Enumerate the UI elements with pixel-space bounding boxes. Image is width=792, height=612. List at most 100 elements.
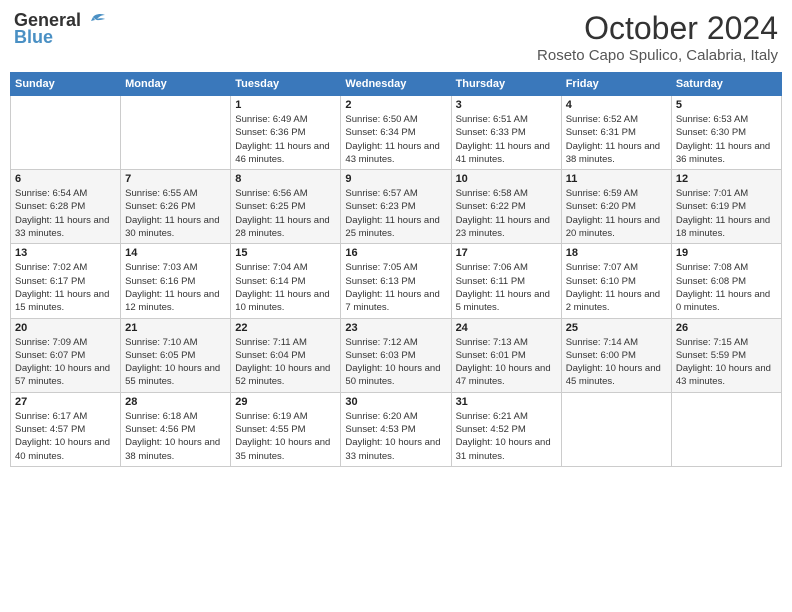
day-number: 28 [125, 396, 226, 408]
calendar-cell: 22Sunrise: 7:11 AM Sunset: 6:04 PM Dayli… [231, 318, 341, 392]
day-info: Sunrise: 6:50 AM Sunset: 6:34 PM Dayligh… [345, 113, 446, 166]
day-number: 2 [345, 99, 446, 111]
calendar-cell [671, 392, 781, 466]
day-info: Sunrise: 7:12 AM Sunset: 6:03 PM Dayligh… [345, 336, 446, 389]
calendar-cell: 18 Sunrise: 7:07 AM Sunset: 6:10 PM Dayli… [561, 244, 671, 318]
calendar-cell [11, 96, 121, 170]
day-info: Sunrise: 6:58 AM Sunset: 6:22 PM Dayligh… [456, 187, 557, 240]
calendar-cell: 11 Sunrise: 6:59 AM Sunset: 6:20 PM Dayli… [561, 170, 671, 244]
calendar-cell: 6 Sunrise: 6:54 AM Sunset: 6:28 PM Daylig… [11, 170, 121, 244]
day-info: Sunrise: 6:49 AM Sunset: 6:36 PM Dayligh… [235, 113, 336, 166]
day-info: Sunrise: 7:09 AM Sunset: 6:07 PM Dayligh… [15, 336, 116, 389]
calendar-cell: 13 Sunrise: 7:02 AM Sunset: 6:17 PM Dayli… [11, 244, 121, 318]
day-number: 5 [676, 99, 777, 111]
calendar-table: SundayMondayTuesdayWednesdayThursdayFrid… [10, 72, 782, 467]
calendar-cell: 7Sunrise: 6:55 AM Sunset: 6:26 PM Daylig… [121, 170, 231, 244]
day-number: 30 [345, 396, 446, 408]
day-number: 10 [456, 173, 557, 185]
weekday-header-wednesday: Wednesday [341, 73, 451, 96]
calendar-week-row: 1 Sunrise: 6:49 AM Sunset: 6:36 PM Daylig… [11, 96, 782, 170]
day-number: 23 [345, 322, 446, 334]
day-info: Sunrise: 7:14 AM Sunset: 6:00 PM Dayligh… [566, 336, 667, 389]
day-number: 6 [15, 173, 116, 185]
day-info: Sunrise: 6:51 AM Sunset: 6:33 PM Dayligh… [456, 113, 557, 166]
calendar-cell: 28 Sunrise: 6:18 AM Sunset: 4:56 PM Dayli… [121, 392, 231, 466]
page-header: General Blue October 2024 Roseto Capo Sp… [10, 10, 782, 64]
day-number: 16 [345, 247, 446, 259]
calendar-week-row: 13 Sunrise: 7:02 AM Sunset: 6:17 PM Dayli… [11, 244, 782, 318]
calendar-cell: 16 Sunrise: 7:05 AM Sunset: 6:13 PM Dayli… [341, 244, 451, 318]
calendar-cell: 23 Sunrise: 7:12 AM Sunset: 6:03 PM Dayli… [341, 318, 451, 392]
calendar-cell: 31Sunrise: 6:21 AM Sunset: 4:52 PM Dayli… [451, 392, 561, 466]
day-number: 13 [15, 247, 116, 259]
calendar-cell: 30 Sunrise: 6:20 AM Sunset: 4:53 PM Dayli… [341, 392, 451, 466]
day-info: Sunrise: 6:18 AM Sunset: 4:56 PM Dayligh… [125, 410, 226, 463]
weekday-header-sunday: Sunday [11, 73, 121, 96]
day-number: 8 [235, 173, 336, 185]
day-info: Sunrise: 6:19 AM Sunset: 4:55 PM Dayligh… [235, 410, 336, 463]
day-info: Sunrise: 7:15 AM Sunset: 5:59 PM Dayligh… [676, 336, 777, 389]
day-info: Sunrise: 6:57 AM Sunset: 6:23 PM Dayligh… [345, 187, 446, 240]
day-info: Sunrise: 7:02 AM Sunset: 6:17 PM Dayligh… [15, 261, 116, 314]
calendar-header-row: SundayMondayTuesdayWednesdayThursdayFrid… [11, 73, 782, 96]
calendar-cell: 8 Sunrise: 6:56 AM Sunset: 6:25 PM Daylig… [231, 170, 341, 244]
day-info: Sunrise: 7:08 AM Sunset: 6:08 PM Dayligh… [676, 261, 777, 314]
weekday-header-friday: Friday [561, 73, 671, 96]
calendar-cell: 29 Sunrise: 6:19 AM Sunset: 4:55 PM Dayli… [231, 392, 341, 466]
calendar-cell: 27Sunrise: 6:17 AM Sunset: 4:57 PM Dayli… [11, 392, 121, 466]
location-title: Roseto Capo Spulico, Calabria, Italy [537, 47, 778, 64]
calendar-cell [121, 96, 231, 170]
day-number: 18 [566, 247, 667, 259]
calendar-cell: 9 Sunrise: 6:57 AM Sunset: 6:23 PM Daylig… [341, 170, 451, 244]
day-number: 12 [676, 173, 777, 185]
calendar-cell: 4 Sunrise: 6:52 AM Sunset: 6:31 PM Daylig… [561, 96, 671, 170]
calendar-cell: 12Sunrise: 7:01 AM Sunset: 6:19 PM Dayli… [671, 170, 781, 244]
calendar-cell: 25 Sunrise: 7:14 AM Sunset: 6:00 PM Dayli… [561, 318, 671, 392]
weekday-header-thursday: Thursday [451, 73, 561, 96]
calendar-cell: 3 Sunrise: 6:51 AM Sunset: 6:33 PM Daylig… [451, 96, 561, 170]
logo-text-blue: Blue [14, 27, 53, 48]
calendar-cell: 14Sunrise: 7:03 AM Sunset: 6:16 PM Dayli… [121, 244, 231, 318]
day-info: Sunrise: 6:53 AM Sunset: 6:30 PM Dayligh… [676, 113, 777, 166]
day-number: 31 [456, 396, 557, 408]
month-title: October 2024 [537, 10, 778, 47]
day-number: 9 [345, 173, 446, 185]
calendar-cell: 24Sunrise: 7:13 AM Sunset: 6:01 PM Dayli… [451, 318, 561, 392]
day-info: Sunrise: 7:10 AM Sunset: 6:05 PM Dayligh… [125, 336, 226, 389]
day-number: 29 [235, 396, 336, 408]
day-number: 17 [456, 247, 557, 259]
calendar-cell: 19 Sunrise: 7:08 AM Sunset: 6:08 PM Dayli… [671, 244, 781, 318]
day-number: 25 [566, 322, 667, 334]
weekday-header-tuesday: Tuesday [231, 73, 341, 96]
day-info: Sunrise: 6:54 AM Sunset: 6:28 PM Dayligh… [15, 187, 116, 240]
day-number: 19 [676, 247, 777, 259]
day-number: 11 [566, 173, 667, 185]
day-number: 14 [125, 247, 226, 259]
calendar-week-row: 27Sunrise: 6:17 AM Sunset: 4:57 PM Dayli… [11, 392, 782, 466]
day-info: Sunrise: 7:07 AM Sunset: 6:10 PM Dayligh… [566, 261, 667, 314]
day-number: 20 [15, 322, 116, 334]
day-number: 27 [15, 396, 116, 408]
calendar-cell: 2 Sunrise: 6:50 AM Sunset: 6:34 PM Daylig… [341, 96, 451, 170]
calendar-cell: 15Sunrise: 7:04 AM Sunset: 6:14 PM Dayli… [231, 244, 341, 318]
logo: General Blue [14, 10, 105, 48]
day-number: 26 [676, 322, 777, 334]
day-info: Sunrise: 7:11 AM Sunset: 6:04 PM Dayligh… [235, 336, 336, 389]
weekday-header-saturday: Saturday [671, 73, 781, 96]
day-number: 1 [235, 99, 336, 111]
calendar-cell [561, 392, 671, 466]
calendar-week-row: 6 Sunrise: 6:54 AM Sunset: 6:28 PM Daylig… [11, 170, 782, 244]
day-info: Sunrise: 6:20 AM Sunset: 4:53 PM Dayligh… [345, 410, 446, 463]
day-info: Sunrise: 7:05 AM Sunset: 6:13 PM Dayligh… [345, 261, 446, 314]
day-number: 15 [235, 247, 336, 259]
calendar-week-row: 20 Sunrise: 7:09 AM Sunset: 6:07 PM Dayli… [11, 318, 782, 392]
day-info: Sunrise: 6:52 AM Sunset: 6:31 PM Dayligh… [566, 113, 667, 166]
day-number: 7 [125, 173, 226, 185]
day-info: Sunrise: 6:56 AM Sunset: 6:25 PM Dayligh… [235, 187, 336, 240]
day-number: 4 [566, 99, 667, 111]
day-info: Sunrise: 6:59 AM Sunset: 6:20 PM Dayligh… [566, 187, 667, 240]
day-number: 3 [456, 99, 557, 111]
calendar-cell: 20 Sunrise: 7:09 AM Sunset: 6:07 PM Dayli… [11, 318, 121, 392]
day-number: 24 [456, 322, 557, 334]
day-info: Sunrise: 7:06 AM Sunset: 6:11 PM Dayligh… [456, 261, 557, 314]
